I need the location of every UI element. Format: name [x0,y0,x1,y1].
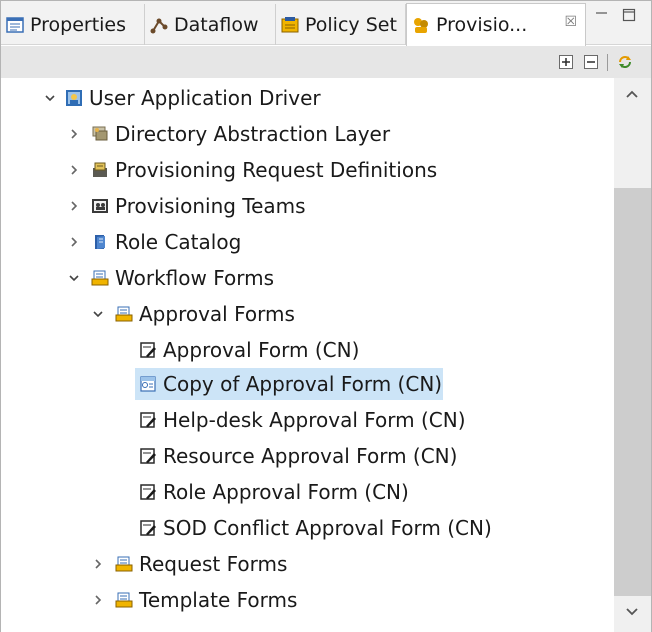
form-icon [140,342,156,358]
tree-node-label: Role Catalog [115,230,242,254]
form-icon [140,412,156,428]
chevron-right-icon[interactable] [91,593,105,607]
chevron-right-icon[interactable] [67,235,81,249]
tree-node-provisioning-request-definitions[interactable]: Provisioning Request Definitions [91,154,437,186]
folder-icon [115,556,133,572]
role-catalog-icon [95,235,105,249]
tree-node-help-desk-approval-form-cn[interactable]: Help-desk Approval Form (CN) [139,404,466,436]
tree-node-workflow-forms[interactable]: Workflow Forms [91,262,274,294]
tree-node-provisioning-teams[interactable]: Provisioning Teams [91,190,306,222]
dataflow-icon [150,18,168,33]
tree-node-sod-conflict-approval-form-cn[interactable]: SOD Conflict Approval Form (CN) [139,512,492,544]
tab-properties[interactable]: Properties [1,4,145,45]
tree-node-label: Directory Abstraction Layer [115,122,391,146]
form-copy-icon [140,376,156,392]
tree-node-label: Role Approval Form (CN) [163,480,409,504]
folder-icon [91,270,109,286]
chevron-right-icon[interactable] [67,163,81,177]
tab-label: Policy Set [305,13,397,36]
close-tab-icon[interactable]: ☒ [564,14,577,30]
expand-all-icon[interactable] [558,54,574,70]
tree-node-request-forms[interactable]: Request Forms [115,548,287,580]
tab-dataflow[interactable]: Dataflow [145,4,276,45]
provisioning-view: Properties Dataflow Policy Set Provisio.… [0,0,652,632]
chevron-down-icon[interactable] [67,271,81,285]
tree-node-resource-approval-form-cn[interactable]: Resource Approval Form (CN) [139,440,457,472]
form-icon [140,448,156,464]
form-icon [140,520,156,536]
tree-node-directory-abstraction-layer[interactable]: Directory Abstraction Layer [91,118,390,150]
tree-node-label: Approval Forms [139,302,295,326]
folder-icon [115,306,133,322]
scrollbar-thumb[interactable] [614,188,651,596]
properties-icon [6,16,24,33]
scroll-down-icon[interactable] [624,606,640,618]
toolbar-separator [607,54,608,71]
provisioning-view-icon [414,18,428,33]
form-icon [140,484,156,500]
sync-icon[interactable] [617,54,633,70]
minimize-icon[interactable] [594,7,610,23]
tree-node-label: Request Forms [139,552,288,576]
tab-label: Dataflow [174,13,259,36]
tree-node-label: Template Forms [139,588,298,612]
chevron-down-icon[interactable] [43,91,57,105]
collapse-all-icon[interactable] [583,54,599,70]
view-toolbar [1,46,651,78]
chevron-right-icon[interactable] [91,557,105,571]
user-application-driver-icon [66,90,82,106]
tab-label: Properties [30,13,127,36]
policy-set-icon [281,16,299,32]
tree-node-label: Provisioning Request Definitions [115,158,438,182]
chevron-down-icon[interactable] [91,307,105,321]
tab-label: Provisio... [436,14,528,36]
vertical-scrollbar[interactable] [614,78,651,632]
tree-node-label: SOD Conflict Approval Form (CN) [163,516,492,540]
tree-node-label: Help-desk Approval Form (CN) [163,408,466,432]
tree-node-label: Provisioning Teams [115,194,306,218]
tab-bar: Properties Dataflow Policy Set Provisio.… [1,1,651,46]
folder-icon [115,592,133,608]
chevron-right-icon[interactable] [67,127,81,141]
tab-policy-set[interactable]: Policy Set [276,4,406,45]
directory-abstraction-layer-icon [92,126,108,141]
tree-node-label: Copy of Approval Form (CN) [163,372,443,396]
chevron-right-icon[interactable] [67,199,81,213]
maximize-icon[interactable] [621,7,637,23]
tree-node-approval-form-cn[interactable]: Approval Form (CN) [139,334,359,366]
tree-node-label: Workflow Forms [115,266,274,290]
provisioning-tree: User Application Driver Directory Abstra… [1,78,614,632]
tab-provisioning[interactable]: Provisio... ☒ [406,3,586,46]
provisioning-teams-icon [92,199,108,213]
tree-node-template-forms[interactable]: Template Forms [115,584,297,616]
tree-node-copy-of-approval-form-cn[interactable]: Copy of Approval Form (CN) [135,368,443,400]
tree-node-label: Approval Form (CN) [163,338,360,362]
tree-node-label: User Application Driver [89,86,321,110]
tree-node-user-application-driver[interactable]: User Application Driver [41,82,321,114]
provisioning-request-definitions-icon [93,162,107,177]
tree-node-role-approval-form-cn[interactable]: Role Approval Form (CN) [139,476,409,508]
tree-node-approval-forms[interactable]: Approval Forms [115,298,295,330]
tree-node-role-catalog[interactable]: Role Catalog [91,226,241,258]
scroll-up-icon[interactable] [624,88,640,100]
tree-node-label: Resource Approval Form (CN) [163,444,458,468]
